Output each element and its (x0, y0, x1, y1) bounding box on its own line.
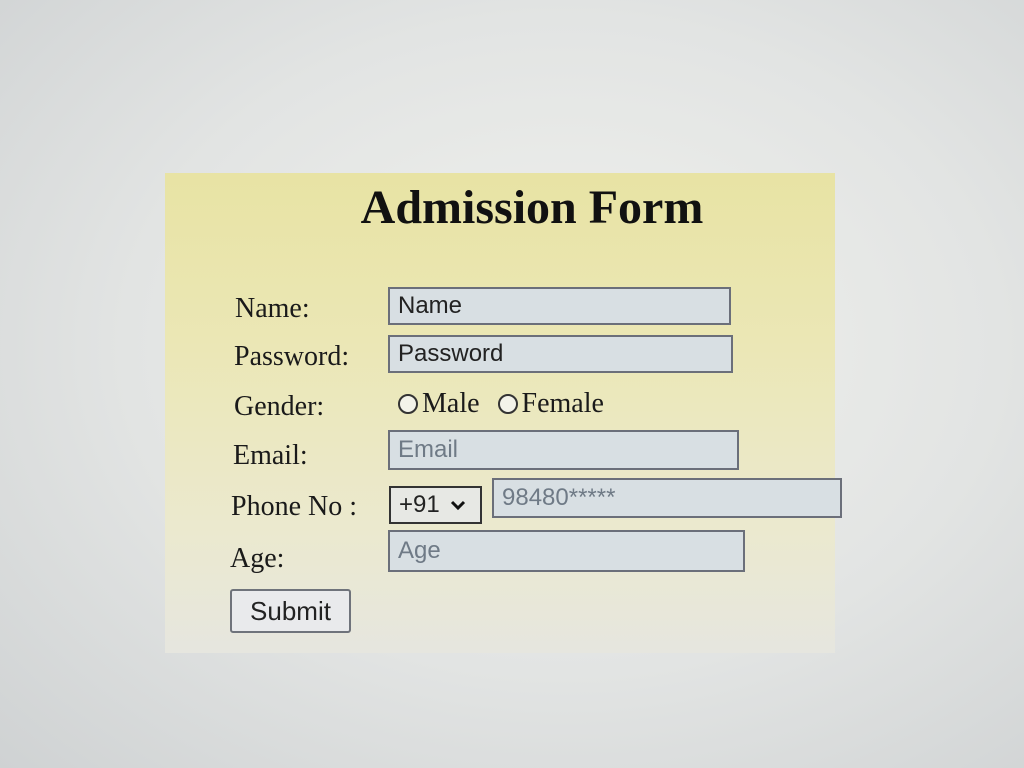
gender-option-label: Male (422, 388, 480, 419)
phone-label: Phone No : (231, 491, 357, 522)
gender-option-label: Female (521, 388, 604, 419)
chevron-down-icon (450, 500, 465, 511)
password-label: Password: (234, 341, 350, 372)
email-label: Email: (233, 440, 308, 471)
gender-option-female[interactable]: Female (497, 388, 604, 420)
age-input[interactable] (388, 530, 745, 572)
submit-button[interactable]: Submit (230, 589, 351, 633)
name-input[interactable] (388, 287, 731, 325)
phone-input[interactable] (492, 478, 842, 518)
age-label: Age: (230, 543, 285, 574)
country-code-select[interactable]: +91 (389, 486, 482, 524)
gender-option-male[interactable]: Male (398, 388, 480, 420)
radio-unchecked-icon[interactable] (497, 394, 518, 414)
password-input[interactable] (388, 335, 733, 373)
gender-radio-group: Male Female (398, 388, 622, 420)
gender-label: Gender: (234, 391, 325, 422)
form-title: Admission Form (360, 181, 704, 234)
name-label: Name: (235, 293, 310, 324)
country-code-value: +91 (399, 491, 440, 518)
email-input[interactable] (388, 430, 739, 470)
radio-unchecked-icon[interactable] (398, 394, 418, 414)
